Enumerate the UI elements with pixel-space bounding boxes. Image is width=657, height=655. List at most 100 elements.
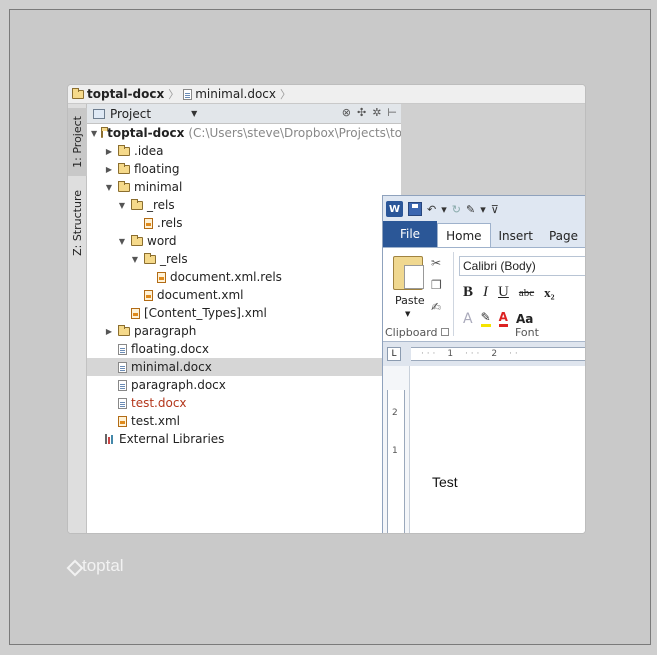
expanded-arrow-icon[interactable]: ▼: [130, 255, 140, 264]
tree-item[interactable]: ▶ paragraph: [87, 322, 401, 340]
tree-item[interactable]: ▶ .idea: [87, 142, 401, 160]
font-effects-row: A ✎ A Aa: [463, 310, 533, 327]
vertical-ruler[interactable]: 2 1: [387, 390, 405, 533]
project-icon: [93, 108, 105, 119]
tab-insert[interactable]: Insert: [491, 225, 541, 247]
highlight-color-icon[interactable]: ✎: [480, 310, 491, 327]
dropdown-arrow-icon[interactable]: ▾: [441, 203, 447, 216]
redo-icon[interactable]: ↻: [452, 203, 461, 216]
font-color-icon[interactable]: A: [498, 310, 508, 327]
tree-item[interactable]: ▼ _rels: [87, 250, 401, 268]
tree-item[interactable]: document.xml.rels: [87, 268, 401, 286]
tree-item-label: .rels: [157, 216, 183, 230]
italic-button[interactable]: I: [483, 284, 488, 301]
tree-item-label: paragraph: [134, 324, 197, 338]
breadcrumb-project[interactable]: toptal-docx: [72, 87, 168, 101]
file-icon: [118, 379, 127, 391]
highlighter-icon[interactable]: ✎: [466, 203, 475, 216]
tree-item[interactable]: test.xml: [87, 412, 401, 430]
toptal-mark-icon: [68, 559, 80, 573]
collapsed-arrow-icon[interactable]: ▶: [104, 147, 114, 156]
panel-toolbar: ⊗ ✣ ✲ ⊢: [342, 106, 397, 119]
tree-item[interactable]: document.xml: [87, 286, 401, 304]
collapsed-arrow-icon[interactable]: ▶: [104, 165, 114, 174]
file-icon: [118, 397, 127, 409]
tree-item-label: [Content_Types].xml: [144, 306, 267, 320]
paste-icon[interactable]: [393, 256, 424, 290]
word-logo-icon[interactable]: W: [386, 201, 403, 217]
tab-selector-icon[interactable]: L: [387, 347, 401, 361]
font-format-row: B I U abc x₂: [463, 284, 555, 301]
folder-icon: [118, 180, 130, 192]
breadcrumb-file[interactable]: minimal.docx: [183, 87, 280, 101]
tree-item-label: test.xml: [131, 414, 180, 428]
paste-button[interactable]: Paste: [395, 294, 425, 307]
format-painter-icon[interactable]: ✍: [431, 300, 441, 314]
tree-item-label: External Libraries: [119, 432, 225, 446]
xml-file-icon: [131, 307, 140, 319]
document-text[interactable]: Test: [432, 474, 458, 490]
gear-icon[interactable]: ✲: [372, 106, 381, 119]
dropdown-arrow-icon[interactable]: ▼: [191, 109, 197, 118]
tab-structure[interactable]: Z: Structure: [68, 182, 87, 264]
expanded-arrow-icon[interactable]: ▼: [104, 183, 114, 192]
font-name-select[interactable]: Calibri (Body): [459, 256, 585, 276]
tab-project[interactable]: 1: Project: [68, 108, 87, 176]
xml-file-icon: [144, 289, 153, 301]
tree-item[interactable]: External Libraries: [87, 430, 401, 448]
undo-icon[interactable]: ↶: [427, 203, 436, 216]
save-icon[interactable]: [408, 202, 422, 216]
subscript-button[interactable]: x₂: [544, 285, 554, 301]
document-page[interactable]: Test: [409, 366, 585, 533]
tree-item[interactable]: paragraph.docx: [87, 376, 401, 394]
tab-page[interactable]: Page: [541, 225, 585, 247]
text-effects-icon[interactable]: A: [463, 311, 473, 327]
customize-toolbar-icon[interactable]: ⊽: [491, 203, 499, 216]
underline-button[interactable]: U: [498, 284, 509, 301]
tree-item[interactable]: test.docx: [87, 394, 401, 412]
tree-item[interactable]: ▼ word: [87, 232, 401, 250]
toptal-logo: toptal: [68, 556, 124, 576]
collapsed-arrow-icon[interactable]: ▶: [104, 327, 114, 336]
cut-icon[interactable]: ✂: [431, 256, 441, 270]
dialog-launcher-icon[interactable]: [441, 328, 449, 336]
tree-item-label: _rels: [160, 252, 188, 266]
horizontal-ruler[interactable]: · · · 1 · · · 2 · ·: [411, 347, 585, 361]
tree-item[interactable]: minimal.docx: [87, 358, 401, 376]
file-icon: [118, 343, 127, 355]
bold-button[interactable]: B: [463, 284, 473, 301]
ruler-bar: L · · · 1 · · · 2 · ·: [383, 342, 585, 366]
folder-icon: [131, 198, 143, 210]
strikethrough-button[interactable]: abc: [519, 287, 534, 299]
copy-icon[interactable]: ❐: [431, 278, 442, 292]
tree-item-label: document.xml.rels: [170, 270, 282, 284]
tree-item[interactable]: ▼ minimal: [87, 178, 401, 196]
file-icon: [118, 361, 127, 373]
chevron-right-icon: 〉: [168, 88, 180, 101]
tab-file[interactable]: File: [383, 221, 438, 247]
font-group-label: Font: [515, 326, 539, 339]
dropdown-arrow-icon[interactable]: ▼: [405, 310, 410, 318]
expanded-arrow-icon[interactable]: ▼: [117, 201, 127, 210]
tree-item-label: toptal-docx: [107, 126, 185, 140]
expanded-arrow-icon[interactable]: ▼: [91, 129, 97, 138]
change-case-button[interactable]: Aa: [516, 312, 533, 326]
sync-icon[interactable]: ⊗: [342, 106, 351, 119]
dropdown-arrow-icon[interactable]: ▾: [480, 203, 486, 216]
project-view-selector[interactable]: Project: [110, 107, 151, 121]
tree-item[interactable]: ▼ _rels: [87, 196, 401, 214]
tree-item-path: (C:\Users\steve\Dropbox\Projects\topt: [188, 126, 415, 140]
tree-item-label: document.xml: [157, 288, 244, 302]
tree-item[interactable]: ▶ floating: [87, 160, 401, 178]
tree-item[interactable]: [Content_Types].xml: [87, 304, 401, 322]
tab-home[interactable]: Home: [437, 223, 491, 247]
collapse-icon[interactable]: ✣: [357, 106, 366, 119]
tree-item[interactable]: ▼ toptal-docx (C:\Users\steve\Dropbox\Proj…: [87, 124, 414, 142]
expanded-arrow-icon[interactable]: ▼: [117, 237, 127, 246]
folder-icon: [118, 162, 130, 174]
file-icon: [183, 88, 193, 100]
tree-item[interactable]: floating.docx: [87, 340, 401, 358]
hide-icon[interactable]: ⊢: [387, 106, 397, 119]
tree-item[interactable]: .rels: [87, 214, 401, 232]
ribbon-tabs: File Home Insert Page: [383, 221, 585, 248]
